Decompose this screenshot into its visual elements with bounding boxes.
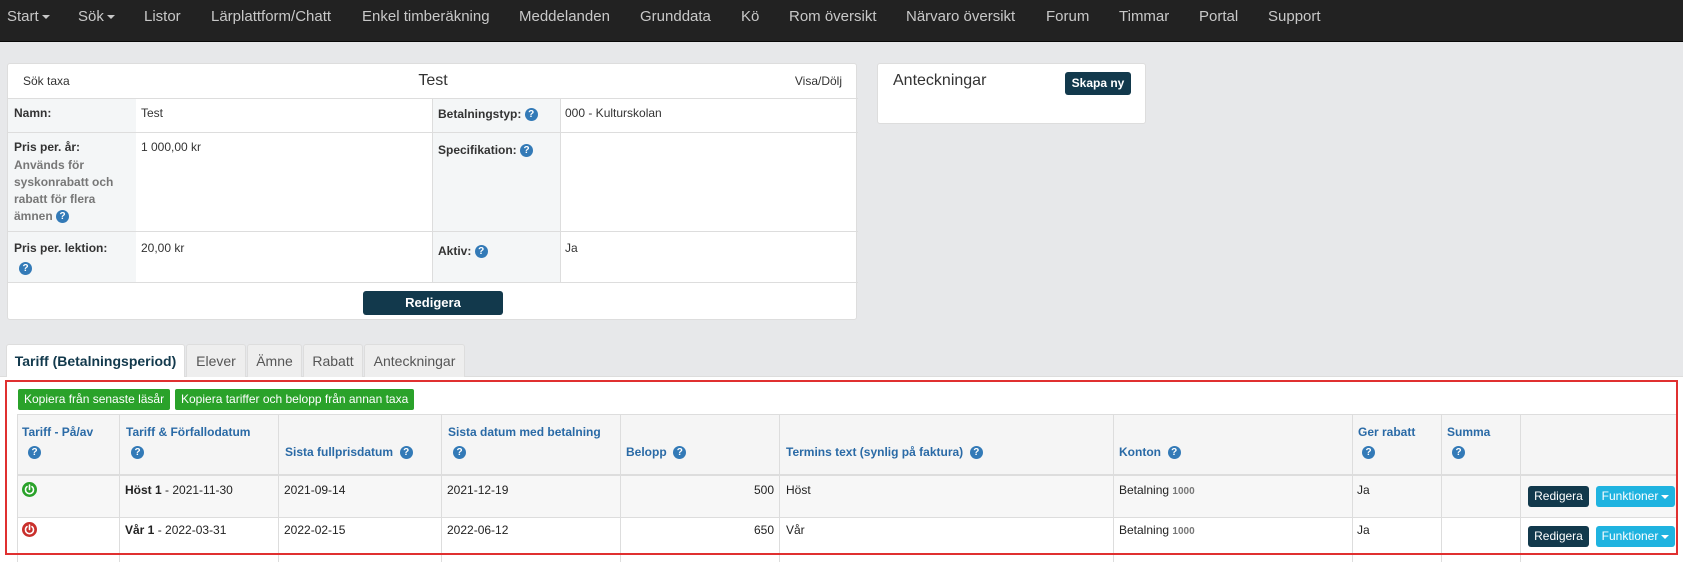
betalningstyp-value: 000 - Kulturskolan <box>565 106 662 120</box>
aktiv-label-text: Aktiv: <box>438 244 472 258</box>
nav-larplattform[interactable]: Lärplattform/Chatt <box>211 0 331 34</box>
notes-title: Anteckningar <box>893 72 987 89</box>
help-icon[interactable]: ? <box>56 210 70 224</box>
chevron-down-icon <box>41 15 50 20</box>
nav-timberakning[interactable]: Enkel timberäkning <box>362 0 490 34</box>
nav-meddelanden[interactable]: Meddelanden <box>519 0 610 34</box>
aktiv-label: Aktiv: ? <box>438 244 488 259</box>
nav-narvaro-oversikt[interactable]: Närvaro översikt <box>906 0 1015 34</box>
row-divider <box>8 132 858 133</box>
namn-value: Test <box>141 106 164 120</box>
tab-rabatt[interactable]: Rabatt <box>303 344 363 377</box>
col-divider <box>432 98 433 282</box>
nav-listor[interactable]: Listor <box>144 0 181 34</box>
row-divider <box>8 98 858 99</box>
help-icon[interactable]: ? <box>524 108 538 122</box>
nav-rom-oversikt[interactable]: Rom översikt <box>789 0 877 34</box>
help-icon[interactable]: ? <box>19 261 32 276</box>
help-icon[interactable]: ? <box>474 245 488 259</box>
nav-support[interactable]: Support <box>1268 0 1321 34</box>
nav-portal[interactable]: Portal <box>1199 0 1238 34</box>
specifikation-label: Specifikation: ? <box>438 143 534 158</box>
tab-anteckningar[interactable]: Anteckningar <box>364 344 465 377</box>
tab-elever[interactable]: Elever <box>186 344 246 377</box>
top-navbar: Start Sök Listor Lärplattform/Chatt Enke… <box>0 0 1683 42</box>
nav-forum[interactable]: Forum <box>1046 0 1089 34</box>
tab-tariff[interactable]: Tariff (Betalningsperiod) <box>6 344 185 378</box>
nav-start-label: Start <box>7 8 39 25</box>
col-divider <box>560 98 561 282</box>
create-note-button[interactable]: Skapa ny <box>1065 72 1131 95</box>
help-icon[interactable]: ? <box>520 144 534 158</box>
pris-lektion-value: 20,00 kr <box>141 241 185 255</box>
specifikation-label-text: Specifikation: <box>438 143 517 157</box>
row-divider <box>8 282 858 283</box>
edit-taxa-button[interactable]: Redigera <box>363 291 503 315</box>
pris-ar-value: 1 000,00 kr <box>141 140 202 154</box>
betalningstyp-label-text: Betalningstyp: <box>438 107 522 121</box>
nav-sok-label: Sök <box>78 8 104 25</box>
nav-timmar[interactable]: Timmar <box>1119 0 1169 34</box>
chevron-down-icon <box>106 15 115 20</box>
pris-lektion-label: Pris per. lektion: <box>14 241 108 255</box>
highlight-box <box>5 380 1678 555</box>
pris-ar-note: Används för syskonrabatt och rabatt för … <box>14 157 132 225</box>
betalningstyp-label: Betalningstyp: ? <box>438 107 538 122</box>
namn-label: Namn: <box>14 106 52 120</box>
nav-ko[interactable]: Kö <box>741 0 759 34</box>
tab-amne[interactable]: Ämne <box>247 344 302 377</box>
toggle-visibility-link[interactable]: Visa/Dölj <box>795 74 842 88</box>
notes-panel: Anteckningar Skapa ny <box>877 63 1146 124</box>
pris-ar-label: Pris per. år: <box>14 140 81 154</box>
taxa-title: Test <box>418 72 448 89</box>
nav-sok[interactable]: Sök <box>78 0 115 34</box>
row-divider <box>8 231 858 232</box>
nav-start[interactable]: Start <box>7 0 50 34</box>
nav-grunddata[interactable]: Grunddata <box>640 0 711 34</box>
aktiv-value: Ja <box>565 241 578 255</box>
taxa-panel: Sök taxa Test Visa/Dölj Namn: Test Betal… <box>7 63 858 320</box>
